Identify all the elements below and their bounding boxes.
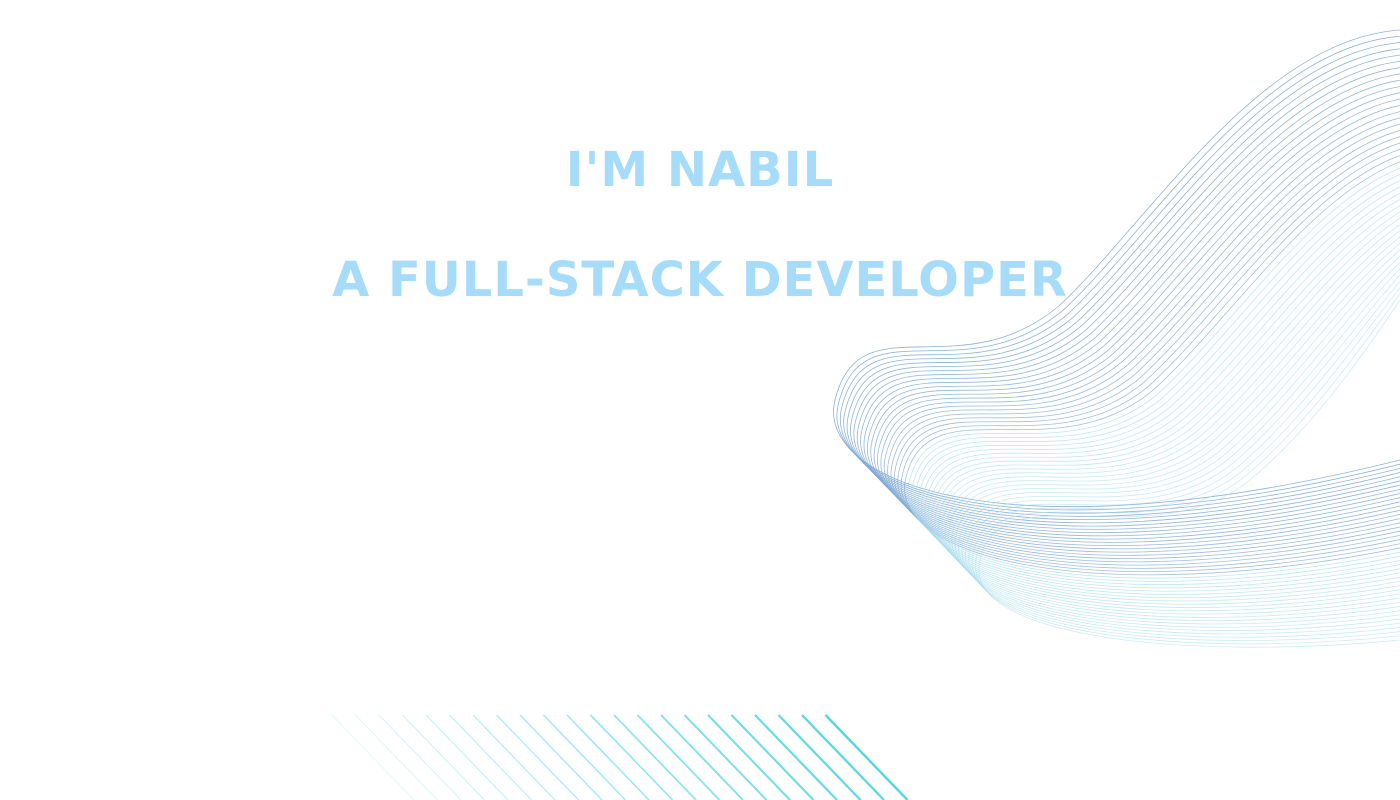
wave-line bbox=[954, 255, 1400, 625]
stripe-line bbox=[355, 714, 438, 800]
stripe-line bbox=[472, 714, 556, 800]
stripe-line bbox=[449, 714, 532, 800]
wireframe-wave-graphic bbox=[833, 29, 1400, 648]
stripe-line bbox=[801, 714, 885, 800]
wave-line bbox=[917, 186, 1400, 589]
stripe-line bbox=[754, 714, 838, 800]
stripe-line bbox=[402, 714, 485, 800]
decoration-layer bbox=[331, 29, 1400, 800]
stripe-line bbox=[660, 714, 744, 800]
stripe-line bbox=[378, 714, 462, 800]
stripe-line bbox=[496, 714, 579, 800]
diagonal-stripes-graphic bbox=[331, 714, 909, 800]
hero-canvas: I'M NABIL A FULL-STACK DEVELOPER bbox=[0, 0, 1400, 800]
stripe-line bbox=[824, 714, 909, 800]
stripe-line bbox=[589, 714, 674, 800]
stripe-line bbox=[777, 714, 862, 800]
headline-name: I'M NABIL bbox=[565, 142, 835, 198]
stripe-line bbox=[519, 714, 603, 800]
stripe-line bbox=[730, 714, 815, 800]
stripe-line bbox=[707, 714, 791, 800]
headline-role: A FULL-STACK DEVELOPER bbox=[332, 252, 1068, 308]
stripe-line bbox=[425, 714, 509, 800]
stripe-line bbox=[683, 714, 768, 800]
stripe-line bbox=[566, 714, 650, 800]
stripe-line bbox=[636, 714, 721, 800]
stripe-line bbox=[331, 714, 415, 800]
stripe-line bbox=[542, 714, 627, 800]
stripe-line bbox=[613, 714, 697, 800]
